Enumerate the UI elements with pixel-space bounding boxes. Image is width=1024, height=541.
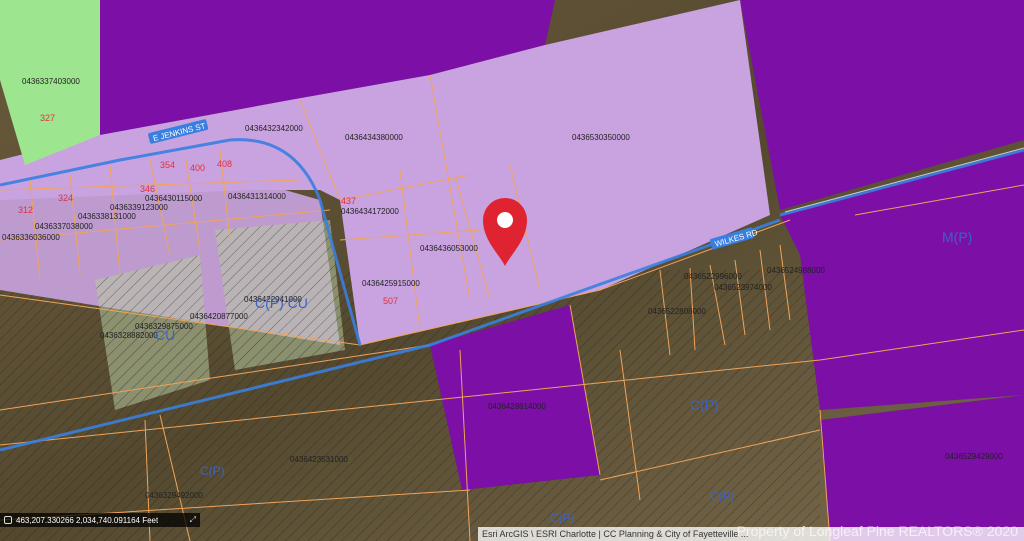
attribution-text: Esri ArcGIS \ ESRI Charlotte | CC Planni… <box>482 529 749 539</box>
parcel-id: 0436523974000 <box>714 283 772 292</box>
parcel-id: 0436522808000 <box>648 307 706 316</box>
parcel-id: 0436529429000 <box>945 452 1003 461</box>
parcel-id: 0436432342000 <box>245 124 303 133</box>
address-number: 408 <box>217 159 232 169</box>
zoning-map[interactable]: 0436337403000 0436432342000 043643438000… <box>0 0 1024 541</box>
zone-label: CU <box>155 327 175 343</box>
address-number: 312 <box>18 205 33 215</box>
address-number: 354 <box>160 160 175 170</box>
parcel-id: 0436431314000 <box>228 192 286 201</box>
parcel-id: 0436524988000 <box>767 266 825 275</box>
parcel-id: 0436328882000 <box>100 331 158 340</box>
address-number: 437 <box>341 196 356 206</box>
parcel-id: 0436337403000 <box>22 77 80 86</box>
address-number: 507 <box>383 296 398 306</box>
parcel-id: 0436339123000 <box>110 203 168 212</box>
parcel-id: 0436430115000 <box>145 194 203 203</box>
parcel-id: 0436425915000 <box>362 279 420 288</box>
coordinate-icon[interactable] <box>4 516 12 524</box>
zone-label: C(P) <box>550 511 575 525</box>
parcel-id: 0436428614000 <box>488 402 546 411</box>
parcel-id: 0436420877000 <box>190 312 248 321</box>
address-number: 400 <box>190 163 205 173</box>
zone-label: C(P) <box>710 489 735 503</box>
zone-label: C(P) <box>200 464 225 478</box>
parcel-id: 0436337038000 <box>35 222 93 231</box>
parcel-id: 0436336036000 <box>2 233 60 242</box>
coordinate-text: 463,207.330266 2,034,740.091164 Feet <box>16 515 159 525</box>
address-number: 327 <box>40 113 55 123</box>
parcel-id: 0436436053000 <box>420 244 478 253</box>
expand-icon[interactable]: ⤢ <box>190 515 196 525</box>
watermark: Property of Longleaf Pine REALTORS® 2020 <box>736 523 1018 539</box>
parcel-id: 0436434172000 <box>341 207 399 216</box>
zone-label: C(P) <box>690 397 719 413</box>
parcel-id: 0436530350000 <box>572 133 630 142</box>
zone-area-bottom-right <box>820 395 1024 541</box>
address-number: 346 <box>140 184 155 194</box>
zone-label: C(P) CU <box>255 295 308 311</box>
parcel-id: 0436434380000 <box>345 133 403 142</box>
zone-label: M(P) <box>942 229 972 245</box>
coordinate-readout: 463,207.330266 2,034,740.091164 Feet ⤢ <box>0 513 200 527</box>
parcel-id: 0436423531000 <box>290 455 348 464</box>
parcel-id: 0436522996000 <box>684 272 742 281</box>
address-number: 324 <box>58 193 73 203</box>
parcel-id: 0436338131000 <box>78 212 136 221</box>
parcel-id: 0436329492000 <box>145 491 203 500</box>
